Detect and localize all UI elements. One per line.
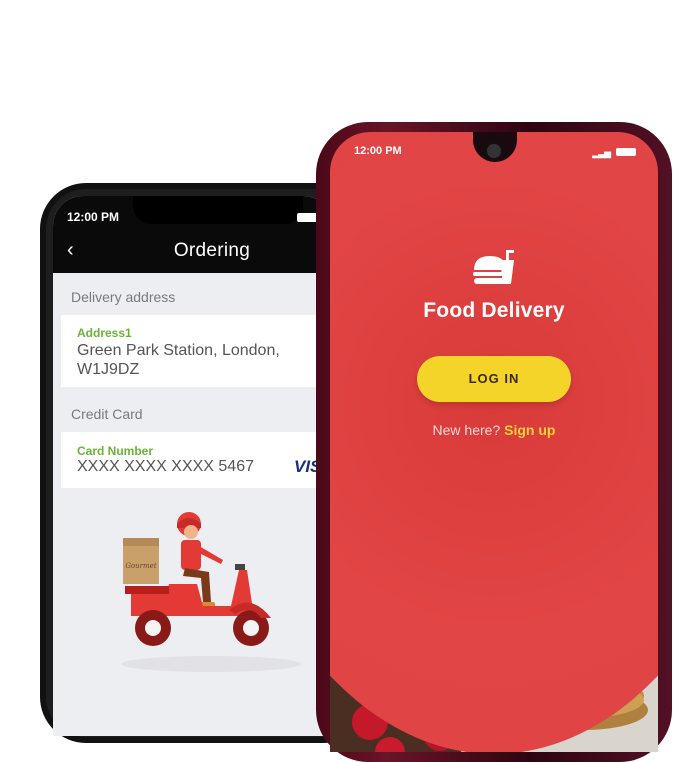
signup-prompt-text: New here?: [432, 422, 501, 438]
ordering-header: 12:00 PM ‹ Ordering: [53, 196, 333, 273]
status-time: 12:00 PM: [354, 145, 402, 157]
credit-card-heading: Credit Card: [71, 406, 143, 422]
burger-drink-icon: [473, 250, 514, 284]
signup-link[interactable]: Sign up: [504, 422, 555, 438]
svg-text:Gourmet: Gourmet: [125, 562, 156, 570]
scooter-delivery-illustration: Gourmet: [121, 512, 301, 672]
signal-icon: ▂▃▅: [592, 148, 611, 158]
card-number-label: Card Number: [77, 444, 154, 458]
page-title: Ordering: [173, 240, 251, 261]
status-time: 12:00 PM: [67, 210, 120, 224]
address-label: Address1: [77, 326, 132, 340]
address-value: Green Park Station, London, W1J9DZ: [77, 342, 280, 378]
phone-notch: [133, 196, 303, 224]
delivery-address-heading: Delivery address: [71, 289, 176, 305]
signup-prompt: New here? Sign up: [330, 422, 658, 438]
red-background: [330, 132, 658, 752]
ordering-screen: 12:00 PM ‹ Ordering Delivery address Add…: [53, 196, 333, 736]
app-title: Food Delivery: [423, 299, 565, 322]
address-field[interactable]: Address1 Green Park Station, London, W1J…: [61, 315, 333, 387]
battery-icon: [616, 148, 636, 156]
camera-icon: [487, 144, 501, 158]
card-number-value: XXXX XXXX XXXX 5467: [77, 458, 254, 475]
card-number-field[interactable]: Card Number XXXX XXXX XXXX 5467 VISA: [61, 432, 333, 488]
login-button[interactable]: LOG IN: [417, 356, 571, 402]
login-screen: 12:00 PM ▂▃▅ Food Delivery LOG IN New he…: [330, 132, 658, 752]
